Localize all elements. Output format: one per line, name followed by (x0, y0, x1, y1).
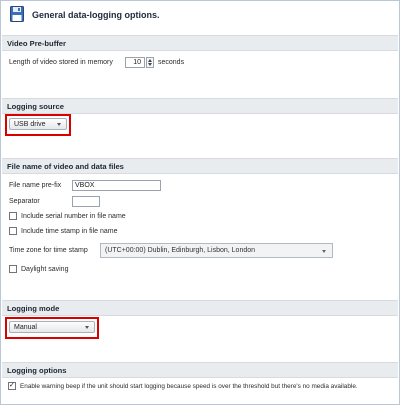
warning-beep-checkbox[interactable] (8, 381, 16, 390)
section-file-name: File name of video and data files (2, 158, 398, 174)
file-prefix-label: File name pre-fix (9, 182, 62, 189)
timezone-label: Time zone for time stamp (9, 247, 88, 254)
file-prefix-input[interactable]: VBOX (72, 180, 161, 191)
include-serial-label: Include serial number in file name (21, 213, 126, 220)
separator-label: Separator (9, 198, 40, 205)
logging-source-dropdown[interactable]: USB drive (9, 118, 67, 130)
chevron-down-icon (85, 326, 89, 329)
warning-beep-label: Enable warning beep if the unit should s… (20, 383, 358, 390)
section-title: Video Pre-buffer (7, 39, 66, 48)
include-timestamp-label: Include time stamp in file name (21, 228, 118, 235)
daylight-saving-label: Daylight saving (21, 266, 69, 273)
logging-mode-value: Manual (14, 324, 37, 331)
section-title: Logging source (7, 102, 64, 111)
video-length-label: Length of video stored in memory (9, 59, 113, 66)
logging-mode-dropdown[interactable]: Manual (9, 321, 95, 333)
chevron-down-icon (57, 123, 61, 126)
logging-source-value: USB drive (14, 121, 46, 128)
timezone-dropdown[interactable]: (UTC+00:00) Dublin, Edinburgh, Lisbon, L… (100, 243, 333, 258)
video-length-input[interactable]: 10 (125, 57, 145, 68)
include-timestamp-checkbox[interactable] (9, 227, 17, 235)
stepper-down-icon[interactable] (148, 63, 152, 66)
panel-header: General data-logging options. (1, 1, 399, 30)
section-video-prebuffer: Video Pre-buffer (2, 35, 398, 51)
chevron-down-icon (322, 250, 326, 253)
section-logging-options: Logging options (2, 362, 398, 378)
section-logging-mode: Logging mode (2, 300, 398, 316)
page-title: General data-logging options. (32, 10, 160, 20)
section-title: Logging mode (7, 304, 60, 313)
stepper-up-icon[interactable] (148, 59, 152, 62)
separator-input[interactable] (72, 196, 100, 207)
include-serial-checkbox[interactable] (9, 212, 17, 220)
section-title: File name of video and data files (7, 162, 124, 171)
settings-panel: General data-logging options. Video Pre-… (0, 0, 400, 405)
timezone-value: (UTC+00:00) Dublin, Edinburgh, Lisbon, L… (105, 247, 256, 254)
floppy-disk-icon (10, 6, 24, 22)
video-length-unit: seconds (158, 59, 185, 66)
daylight-saving-checkbox[interactable] (9, 265, 17, 273)
section-logging-source: Logging source (2, 98, 398, 114)
video-length-stepper[interactable] (146, 57, 154, 68)
section-title: Logging options (7, 366, 67, 375)
